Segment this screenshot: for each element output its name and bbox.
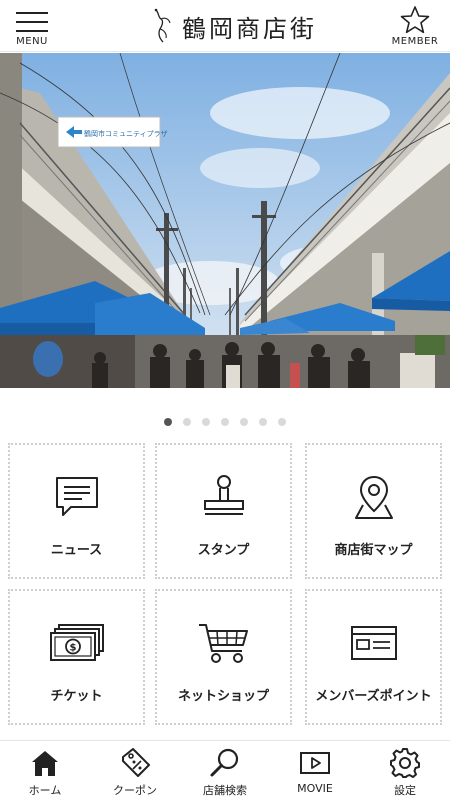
tab-settings[interactable]: 設定	[360, 741, 450, 800]
carousel-dot[interactable]	[221, 418, 229, 426]
tab-coupon[interactable]: クーポン	[90, 741, 180, 800]
shopping-cart-icon	[197, 619, 251, 667]
tile-label: ニュース	[50, 543, 103, 558]
tab-label: 店舗検索	[203, 784, 247, 797]
app-logo: 鶴岡商店街	[150, 6, 317, 46]
feature-grid: ニュース スタンプ 商店街マップ $ チケット ネットショップ メンバーズポイン…	[8, 443, 442, 725]
tile-netshop[interactable]: ネットショップ	[155, 589, 292, 725]
gear-icon	[389, 747, 421, 779]
tile-label: スタンプ	[197, 543, 250, 558]
carousel-dot[interactable]	[259, 418, 267, 426]
ticket-money-icon: $	[49, 619, 105, 667]
home-icon	[30, 747, 60, 779]
stamp-icon	[200, 473, 248, 521]
tile-label: チケット	[50, 689, 103, 704]
svg-text:$: $	[69, 643, 76, 654]
news-icon	[53, 473, 101, 521]
menu-button[interactable]: MENU	[12, 8, 52, 48]
tab-label: 設定	[394, 784, 416, 797]
carousel-dot[interactable]	[202, 418, 210, 426]
coupon-tag-icon	[119, 747, 151, 779]
tab-home[interactable]: ホーム	[0, 741, 90, 800]
app-title: 鶴岡商店街	[182, 14, 317, 43]
tab-label: MOVIE	[297, 782, 333, 795]
app-header: MENU 鶴岡商店街 MEMBER	[0, 0, 450, 52]
tab-label: ホーム	[28, 784, 62, 797]
sign-text: 鶴岡市コミュニティプラザ	[84, 129, 168, 138]
menu-label: MENU	[16, 36, 48, 47]
crane-logo-icon	[154, 8, 171, 43]
bottom-tab-bar: ホーム クーポン 店舗検索 MOVIE 設定	[0, 740, 450, 800]
shopping-street-photo: 鶴岡市コミュニティプラザ	[0, 53, 450, 388]
play-icon	[299, 747, 331, 779]
tile-stamp[interactable]: スタンプ	[155, 443, 292, 579]
member-button[interactable]: MEMBER	[386, 4, 444, 50]
tile-label: メンバーズポイント	[315, 689, 432, 704]
member-card-icon	[349, 619, 399, 667]
tile-ticket[interactable]: $ チケット	[8, 589, 145, 725]
carousel-dot[interactable]	[164, 418, 172, 426]
tile-news[interactable]: ニュース	[8, 443, 145, 579]
tile-label: ネットショップ	[177, 689, 269, 704]
search-icon	[209, 747, 241, 779]
carousel-dot[interactable]	[240, 418, 248, 426]
carousel-indicator	[0, 418, 450, 430]
tab-label: クーポン	[113, 784, 157, 797]
hero-banner[interactable]: 鶴岡市コミュニティプラザ	[0, 53, 450, 388]
member-label: MEMBER	[391, 36, 439, 47]
hamburger-icon	[16, 10, 48, 34]
star-icon	[400, 6, 430, 34]
map-pin-icon	[350, 473, 398, 521]
tile-map[interactable]: 商店街マップ	[305, 443, 442, 579]
tab-store-search[interactable]: 店舗検索	[180, 741, 270, 800]
tile-label: 商店街マップ	[334, 543, 413, 558]
carousel-dot[interactable]	[278, 418, 286, 426]
carousel-dot[interactable]	[183, 418, 191, 426]
tile-member-points[interactable]: メンバーズポイント	[305, 589, 442, 725]
tab-movie[interactable]: MOVIE	[270, 741, 360, 800]
